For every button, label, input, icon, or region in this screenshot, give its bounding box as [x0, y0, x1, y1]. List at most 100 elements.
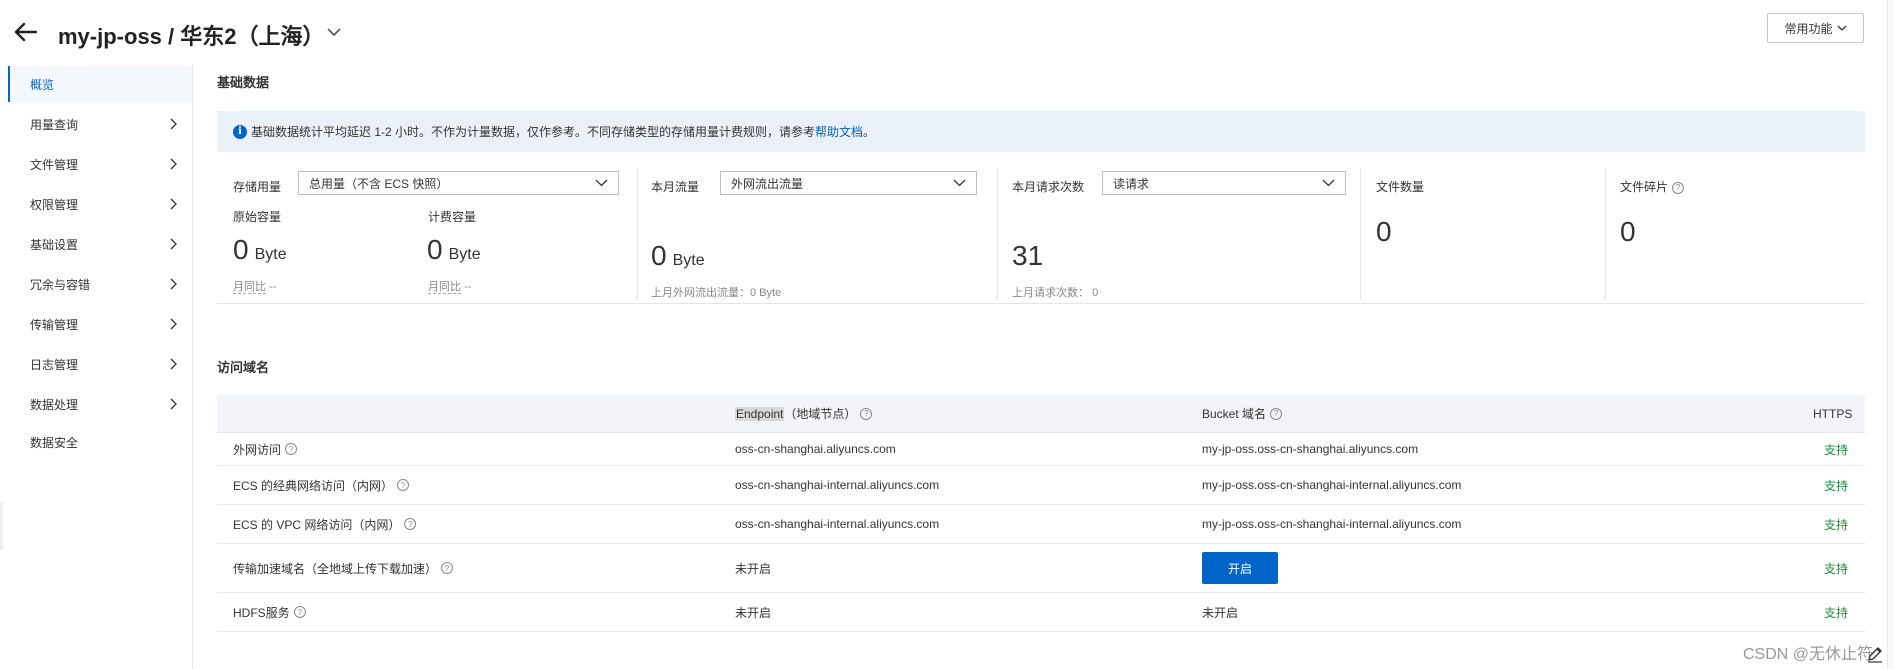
endpoint-cell: oss-cn-shanghai-internal.aliyuncs.com	[735, 517, 940, 531]
page-title: my-jp-oss / 华东2（上海）	[58, 24, 325, 49]
monthly-requests-value: 31	[1012, 240, 1044, 271]
sidebar-item-file-management[interactable]: 文件管理	[8, 146, 192, 182]
help-icon[interactable]: ?	[1672, 181, 1685, 194]
sidebar-resize-handle[interactable]	[0, 502, 3, 550]
raw-capacity-number: 0	[233, 234, 249, 265]
https-support-cell: 支持	[1824, 561, 1849, 576]
chevron-right-icon	[170, 198, 177, 210]
domain-type-label: HDFS服务	[233, 605, 290, 620]
billed-mom-value: --	[464, 281, 472, 293]
request-type-value: 读请求	[1113, 176, 1150, 191]
edit-icon[interactable]	[1866, 645, 1884, 663]
chevron-down-icon	[595, 179, 608, 187]
file-fragments-card: 文件碎片? 0	[1605, 164, 1855, 299]
info-icon: i	[233, 124, 247, 139]
sidebar-item-transfer-management[interactable]: 传输管理	[8, 306, 192, 342]
domain-type-label: 外网访问	[233, 442, 282, 457]
sidebar-item-usage-query[interactable]: 用量查询	[8, 106, 192, 142]
raw-capacity-unit: Byte	[254, 246, 287, 263]
enable-acceleration-button[interactable]: 开启	[1202, 552, 1278, 584]
chevron-down-icon	[1837, 25, 1846, 31]
help-icon[interactable]: ?	[860, 407, 873, 420]
sidebar-item-label: 日志管理	[30, 357, 79, 372]
https-column-header: HTTPS	[1813, 406, 1853, 421]
common-functions-label: 常用功能	[1784, 21, 1833, 36]
storage-type-select[interactable]: 总用量（不含 ECS 快照）	[298, 171, 619, 195]
sidebar-item-overview[interactable]: 概览	[8, 66, 192, 102]
monthly-traffic-value: 0 Byte	[651, 240, 705, 272]
last-month-requests: 上月请求次数： 0	[1012, 284, 1098, 300]
traffic-type-select[interactable]: 外网流出流量	[720, 171, 977, 195]
file-fragments-value: 0	[1620, 216, 1636, 247]
file-count-label: 文件数量	[1376, 180, 1425, 194]
chevron-down-icon[interactable]	[326, 24, 342, 40]
stats-panel: 存储用量 总用量（不含 ECS 快照） 原始容量 0 Byte 月同比 -- 计费…	[217, 164, 1865, 304]
chevron-right-icon	[170, 158, 177, 170]
table-row: 外网访问? oss-cn-shanghai.aliyuncs.com my-jp…	[217, 433, 1865, 466]
sidebar-item-data-security[interactable]: 数据安全	[8, 424, 192, 460]
help-icon[interactable]: ?	[293, 606, 306, 618]
table-row: ECS 的经典网络访问（内网）? oss-cn-shanghai-interna…	[217, 466, 1865, 505]
sidebar-item-label: 基础设置	[30, 237, 79, 252]
chevron-right-icon	[170, 358, 177, 370]
page-header: my-jp-oss / 华东2（上海） 常用功能	[0, 0, 1894, 64]
sidebar-item-label: 用量查询	[30, 117, 79, 132]
sidebar-item-label: 数据安全	[30, 435, 79, 450]
endpoint-cell: oss-cn-shanghai-internal.aliyuncs.com	[735, 478, 940, 492]
traffic-type-value: 外网流出流量	[731, 176, 804, 191]
sidebar-item-log-management[interactable]: 日志管理	[8, 346, 192, 382]
storage-usage-card: 存储用量 总用量（不含 ECS 快照） 原始容量 0 Byte 月同比 -- 计费…	[217, 164, 627, 299]
endpoint-header-label: Endpoint	[735, 406, 785, 421]
sidebar-item-label: 数据处理	[30, 397, 79, 412]
help-icon[interactable]: ?	[285, 443, 298, 455]
help-docs-link[interactable]: 帮助文档	[815, 123, 863, 140]
basic-data-title: 基础数据	[217, 75, 270, 90]
monthly-traffic-label: 本月流量	[651, 180, 700, 194]
raw-mom-label: 月同比	[233, 281, 266, 294]
monthly-requests-card: 本月请求次数 读请求 31 上月请求次数： 0	[997, 164, 1367, 299]
file-count-value: 0	[1376, 216, 1392, 247]
table-row: HDFS服务? 未开启 未开启 支持	[217, 593, 1865, 632]
sidebar-item-data-processing[interactable]: 数据处理	[8, 386, 192, 422]
https-support-cell: 支持	[1824, 478, 1849, 493]
sidebar-item-label: 权限管理	[30, 197, 79, 212]
domain-type-cell: HDFS服务?	[233, 593, 306, 631]
sidebar-item-label: 冗余与容错	[30, 277, 91, 292]
domain-type-label: ECS 的 VPC 网络访问（内网）	[233, 517, 401, 532]
chevron-down-icon	[1322, 179, 1335, 187]
https-support-cell: 支持	[1824, 442, 1849, 457]
access-domains-title: 访问域名	[217, 360, 270, 375]
last-month-traffic: 上月外网流出流量：0 Byte	[651, 287, 782, 299]
sidebar-item-basic-settings[interactable]: 基础设置	[8, 226, 192, 262]
sidebar-item-label: 概览	[30, 77, 55, 92]
watermark: CSDN @无休止符	[1743, 646, 1874, 663]
help-icon[interactable]: ?	[397, 479, 410, 491]
chevron-right-icon	[170, 318, 177, 330]
file-count-card: 文件数量 0	[1360, 164, 1600, 299]
notice-end: 。	[863, 125, 876, 139]
sidebar-item-redundancy[interactable]: 冗余与容错	[8, 266, 192, 302]
vertical-scrollbar[interactable]	[1887, 0, 1894, 669]
billed-capacity-mom: 月同比 --	[428, 278, 471, 294]
https-support-cell: 支持	[1824, 605, 1849, 620]
help-icon[interactable]: ?	[1270, 407, 1283, 420]
chevron-down-icon	[953, 179, 966, 187]
table-header: Endpoint （地域节点）? Bucket 域名? HTTPS	[217, 395, 1865, 433]
domain-type-cell: 外网访问?	[233, 433, 298, 465]
sidebar-item-permission-management[interactable]: 权限管理	[8, 186, 192, 222]
billed-capacity-value: 0 Byte	[427, 234, 481, 266]
chevron-right-icon	[170, 398, 177, 410]
help-icon[interactable]: ?	[441, 562, 454, 574]
bucket-domain-cell: 开启	[1202, 544, 1278, 592]
bucket-domain-cell: my-jp-oss.oss-cn-shanghai-internal.aliyu…	[1202, 517, 1462, 531]
common-functions-button[interactable]: 常用功能	[1767, 13, 1864, 43]
help-icon[interactable]: ?	[404, 518, 417, 530]
endpoint-cell: 未开启	[735, 561, 772, 576]
last-month-requests-label: 上月请求次数：	[1012, 287, 1089, 299]
back-arrow-icon[interactable]	[12, 18, 40, 46]
chevron-right-icon	[170, 118, 177, 130]
chevron-right-icon	[170, 238, 177, 250]
monthly-traffic-card: 本月流量 外网流出流量 0 Byte 上月外网流出流量：0 Byte	[637, 164, 997, 299]
request-type-select[interactable]: 读请求	[1102, 171, 1346, 195]
file-fragments-label-wrap: 文件碎片?	[1620, 178, 1685, 195]
